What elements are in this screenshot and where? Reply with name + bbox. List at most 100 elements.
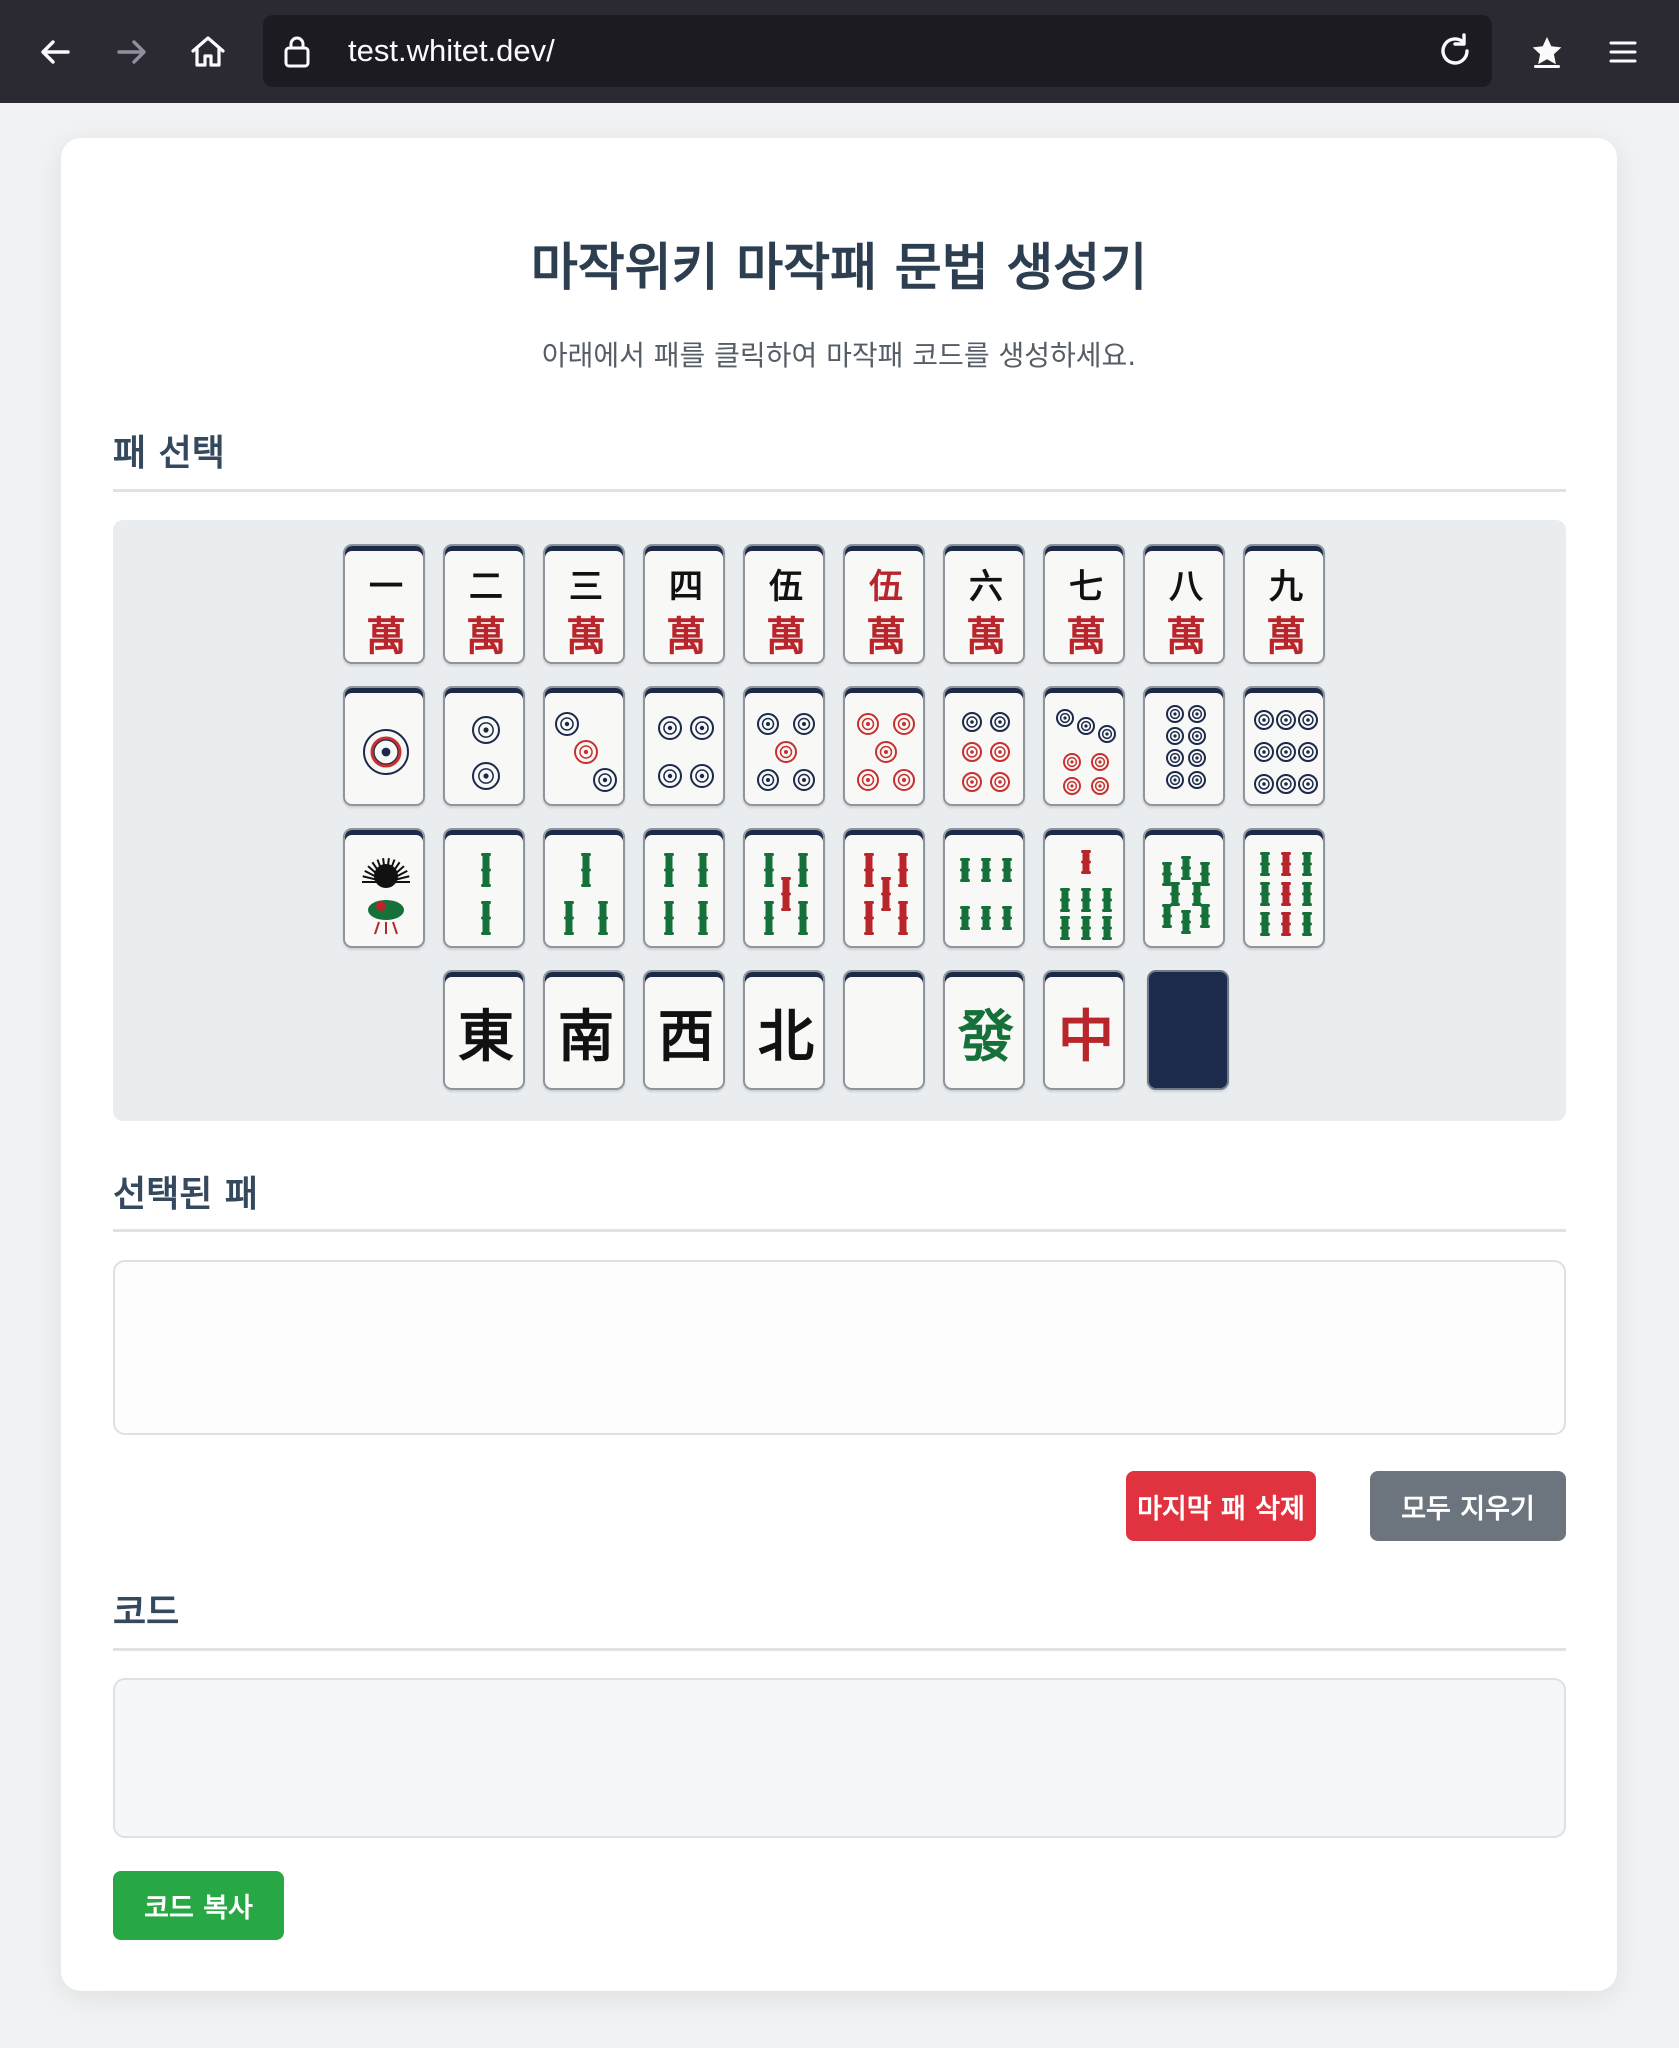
man-suit-character: 萬 [1266,613,1306,660]
back-button[interactable] [26,22,86,82]
pin-tile-1-face [363,729,409,775]
hamburger-menu-icon [1609,41,1637,63]
south-wind-tile-face: 南 [558,1004,614,1070]
north-wind-tile[interactable]: 北 [743,970,825,1090]
selected-tiles-heading: 선택된 패 [113,1174,259,1215]
address-bar[interactable]: test.whitet.dev/ [263,15,1492,87]
pin-tile-2[interactable] [443,686,525,806]
man-tile-4[interactable]: 四萬 [643,544,725,664]
man-numeral: 一 [369,567,403,607]
forward-button[interactable] [101,22,161,82]
sou-tile-9-face [1260,852,1312,936]
west-wind-tile[interactable]: 西 [643,970,725,1090]
star-bookmark-icon [1532,37,1562,68]
honor-character: 中 [1058,1004,1114,1070]
man-tile-3[interactable]: 三萬 [543,544,625,664]
pin-tile-4-face [658,716,714,788]
pin-tile-5[interactable] [743,686,825,806]
man-suit-character: 萬 [766,613,806,660]
browser-toolbar: test.whitet.dev/ [0,0,1679,103]
sou-tile-9[interactable] [1243,828,1325,948]
man-numeral: 六 [969,567,1003,607]
man-numeral: 四 [669,567,703,607]
code-output[interactable] [113,1678,1566,1838]
pin-tile-8-face [1166,705,1206,789]
man-tile-7[interactable]: 六萬 [943,544,1025,664]
west-wind-tile-face: 西 [658,1004,714,1070]
home-button[interactable] [178,22,238,82]
man-tile-5-face: 伍萬 [766,567,806,660]
man-numeral: 三 [569,567,603,607]
generator-card: 마작위키 마작패 문법 생성기 아래에서 패를 클릭하여 마작패 코드를 생성하… [61,138,1617,1991]
tile-back[interactable] [1147,970,1229,1090]
sou-tile-5[interactable] [743,828,825,948]
man-tile-6-red[interactable]: 伍萬 [843,544,925,664]
man-tile-9[interactable]: 八萬 [1143,544,1225,664]
pin-tile-4[interactable] [643,686,725,806]
man-numeral: 伍 [769,567,803,607]
sou-tile-2[interactable] [443,828,525,948]
sou-tile-5-face [764,853,808,935]
url-text: test.whitet.dev/ [348,33,555,68]
man-suit-character: 萬 [966,613,1006,660]
bookmarks-button[interactable] [1517,22,1577,82]
pin-tile-3-face [555,712,617,792]
pin-tile-7-face [1056,709,1116,795]
white-dragon-tile[interactable] [843,970,925,1090]
pin-tile-9[interactable] [1243,686,1325,806]
selected-tiles-display[interactable] [113,1260,1566,1435]
delete-last-tile-button[interactable]: 마지막 패 삭제 [1126,1471,1316,1541]
home-icon [191,36,225,67]
man-tile-8[interactable]: 七萬 [1043,544,1125,664]
man-tile-4-face: 四萬 [666,567,706,660]
sou-tile-5-red[interactable] [843,828,925,948]
man-suit-character: 萬 [866,613,906,660]
divider [113,1229,1566,1232]
honor-character: 東 [458,1004,514,1070]
sou-tile-1[interactable] [343,828,425,948]
man-tile-1[interactable]: 一萬 [343,544,425,664]
pin-tile-5-red[interactable] [843,686,925,806]
east-wind-tile[interactable]: 東 [443,970,525,1090]
man-tile-10[interactable]: 九萬 [1243,544,1325,664]
copy-code-button[interactable]: 코드 복사 [113,1871,284,1940]
north-wind-tile-face: 北 [758,1004,814,1070]
sou-tile-8[interactable] [1143,828,1225,948]
pin-tile-7[interactable] [1043,686,1125,806]
clear-all-button[interactable]: 모두 지우기 [1370,1471,1566,1541]
man-tile-3-face: 三萬 [566,567,606,660]
pin-tile-6[interactable] [943,686,1025,806]
tile-palette: 一萬二萬三萬四萬伍萬伍萬六萬七萬八萬九萬東南西北發中 [113,520,1566,1121]
honor-character: 西 [658,1004,714,1070]
sou-tile-3[interactable] [543,828,625,948]
pin-tile-1[interactable] [343,686,425,806]
man-numeral: 七 [1069,567,1103,607]
page-subtitle: 아래에서 패를 클릭하여 마작패 코드를 생성하세요. [541,339,1137,372]
man-suit-character: 萬 [566,613,606,660]
sou-tile-2-face [481,853,491,935]
sou-tile-3-face [564,853,608,935]
man-tile-7-face: 六萬 [966,567,1006,660]
man-tile-5[interactable]: 伍萬 [743,544,825,664]
sou-tile-6[interactable] [943,828,1025,948]
man-tile-9-face: 八萬 [1166,567,1206,660]
menu-button[interactable] [1593,22,1653,82]
east-wind-tile-face: 東 [458,1004,514,1070]
man-tile-2[interactable]: 二萬 [443,544,525,664]
red-dragon-tile[interactable]: 中 [1043,970,1125,1090]
reload-icon[interactable] [1436,32,1474,70]
red-dragon-tile-face: 中 [1058,1004,1114,1070]
sou-tile-4[interactable] [643,828,725,948]
pin-tile-8[interactable] [1143,686,1225,806]
honor-character: 發 [957,1004,1014,1070]
south-wind-tile[interactable]: 南 [543,970,625,1090]
pin-tile-3[interactable] [543,686,625,806]
sou-tile-7[interactable] [1043,828,1125,948]
tile-select-heading: 패 선택 [113,433,225,474]
green-dragon-tile[interactable]: 發 [943,970,1025,1090]
pin-tile-9-face [1254,710,1318,794]
green-dragon-tile-face: 發 [957,1004,1014,1070]
code-heading: 코드 [113,1592,180,1633]
man-tile-6-red-face: 伍萬 [866,567,906,660]
page-title: 마작위키 마작패 문법 생성기 [530,239,1148,298]
